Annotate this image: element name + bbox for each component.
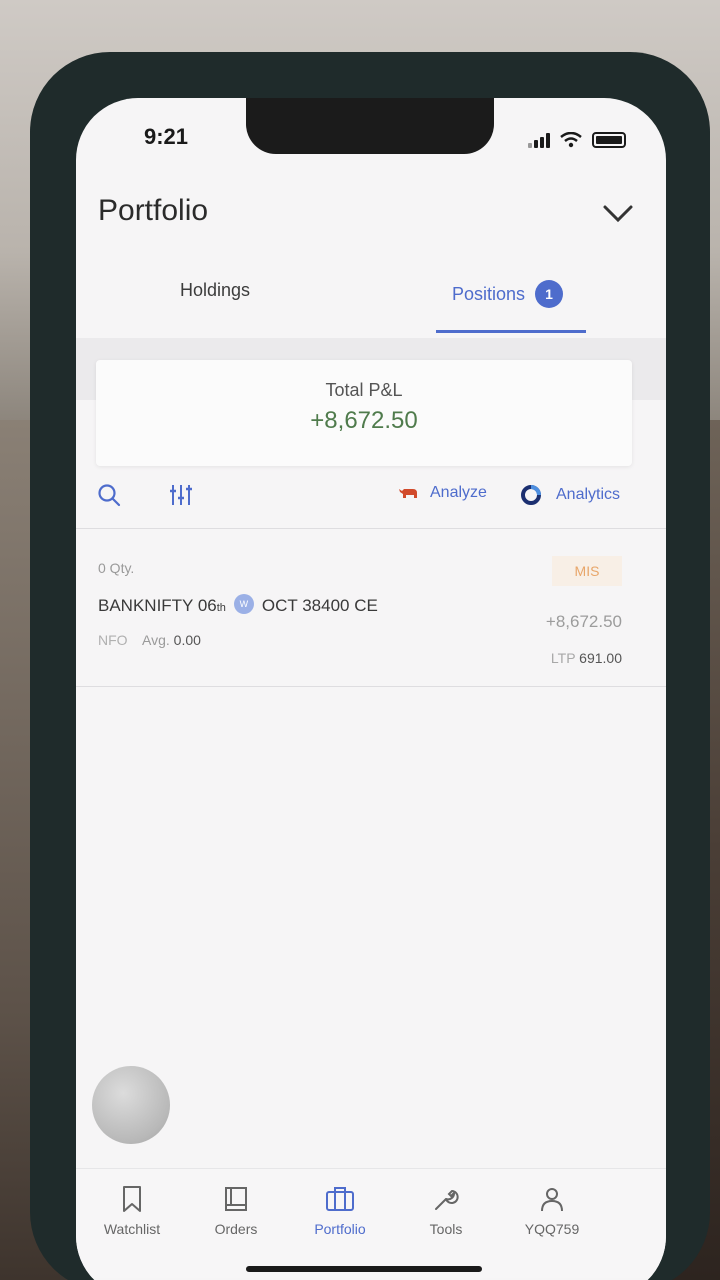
position-row[interactable]: 0 Qty. MIS BANKNIFTY 06 th W OCT 38400 C… — [76, 528, 666, 688]
nav-orders[interactable]: Orders — [186, 1185, 286, 1237]
nav-watchlist[interactable]: Watchlist — [82, 1185, 182, 1237]
page-title: Portfolio — [98, 194, 209, 227]
sliders-icon[interactable] — [168, 482, 194, 508]
active-tab-indicator — [436, 330, 586, 333]
position-divider — [76, 686, 666, 687]
bull-icon — [399, 489, 417, 498]
analytics-ring-icon — [521, 485, 541, 505]
analytics-button[interactable]: Analytics — [520, 484, 620, 506]
instrument-contract: OCT 38400 CE — [261, 596, 378, 615]
status-time: 9:21 — [144, 124, 189, 149]
instrument-name: BANKNIFTY 06 th W OCT 38400 CE — [98, 594, 378, 618]
nav-account[interactable]: YQQ759 — [502, 1185, 602, 1237]
analytics-label: Analytics — [556, 486, 621, 503]
product-tag: MIS — [552, 556, 622, 586]
book-icon — [225, 1187, 247, 1211]
analyze-button[interactable]: Analyze — [398, 484, 487, 502]
instrument-symbol: BANKNIFTY 06 — [98, 596, 217, 615]
position-pnl: +8,672.50 — [545, 612, 622, 631]
search-icon[interactable] — [96, 482, 122, 508]
nav-account-label: YQQ759 — [524, 1221, 580, 1237]
tab-positions[interactable]: Positions 1 — [452, 280, 564, 308]
tab-positions-label: Positions — [452, 283, 526, 304]
positions-count-badge: 1 — [535, 280, 564, 308]
phone-notch — [246, 98, 494, 154]
nav-orders-label: Orders — [214, 1221, 258, 1237]
total-pnl-value: +8,672.50 — [310, 407, 418, 434]
position-qty: 0 Qty. — [98, 560, 135, 576]
exchange-label: NFO — [98, 632, 128, 648]
wrench-icon — [435, 1189, 459, 1210]
ltp-value: 691.00 — [579, 650, 622, 666]
nav-watchlist-label: Watchlist — [103, 1221, 161, 1237]
home-indicator — [246, 1266, 482, 1272]
positions-toolbar: Analyze Analytics — [76, 476, 666, 526]
avg-value: 0.00 — [173, 632, 201, 648]
total-pnl-label: Total P&L — [325, 380, 403, 400]
avg-label: Avg. — [142, 632, 170, 648]
ltp-label: LTP — [550, 650, 576, 666]
wifi-icon — [560, 132, 582, 148]
ltp-price: LTP 691.00 — [551, 650, 622, 666]
app-screen: 9:21 Portfolio Holdings Positions 1 Tota… — [76, 98, 666, 1280]
avg-price: Avg. 0.00 — [142, 632, 201, 648]
nav-portfolio[interactable]: Portfolio — [290, 1185, 390, 1237]
battery-icon — [592, 132, 626, 148]
chevron-down-icon[interactable] — [602, 204, 634, 224]
bottom-nav: Watchlist Orders Portfolio Tools YQQ759 — [76, 1168, 666, 1278]
briefcase-icon — [326, 1187, 354, 1211]
instrument-day-suffix: th — [216, 602, 226, 614]
tab-holdings[interactable]: Holdings — [180, 280, 250, 301]
user-icon — [541, 1188, 563, 1212]
bookmark-icon — [123, 1186, 141, 1212]
nav-tools[interactable]: Tools — [396, 1185, 496, 1237]
weekly-expiry-badge: W — [233, 594, 254, 614]
nav-portfolio-label: Portfolio — [314, 1221, 366, 1237]
status-icons — [528, 132, 626, 148]
analyze-label: Analyze — [430, 484, 487, 501]
assistive-touch-button[interactable] — [92, 1066, 170, 1144]
nav-tools-label: Tools — [429, 1221, 463, 1237]
total-pnl-card: Total P&L +8,672.50 — [96, 360, 632, 466]
signal-icon — [528, 132, 550, 148]
